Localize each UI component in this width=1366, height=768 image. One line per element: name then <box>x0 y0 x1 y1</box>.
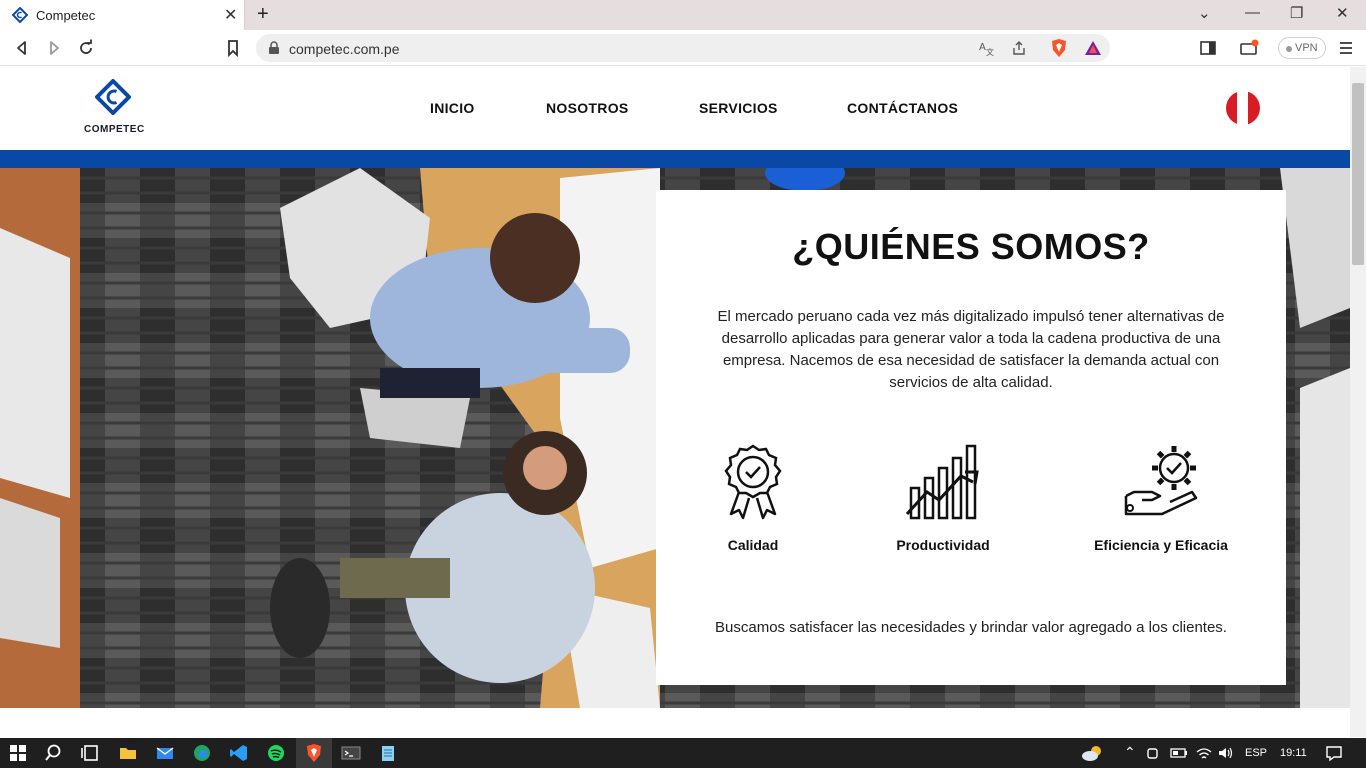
wifi-icon[interactable] <box>1195 743 1213 763</box>
tab-close-icon[interactable]: ✕ <box>224 5 237 25</box>
gear-hand-icon <box>1124 446 1198 516</box>
about-description: El mercado peruano cada vez más digitali… <box>717 308 1225 391</box>
meet-icon[interactable] <box>1145 743 1161 763</box>
nav-inicio[interactable]: INICIO <box>430 100 475 116</box>
about-footer-text: Buscamos satisfacer las necesidades y br… <box>715 619 1227 636</box>
search-icon[interactable] <box>45 743 65 763</box>
tab-title: Competec <box>36 8 96 23</box>
browser-tab-bar: Competec ✕ + ⌄ — ❐ ✕ <box>0 0 1366 30</box>
clock[interactable]: 19:11 <box>1280 747 1307 759</box>
restore-icon[interactable]: ❐ <box>1290 4 1303 22</box>
reload-icon[interactable] <box>76 38 96 58</box>
mail-icon[interactable] <box>155 743 175 763</box>
browser-tab[interactable]: Competec ✕ <box>0 0 245 30</box>
language-indicator[interactable]: ESP <box>1245 747 1267 759</box>
close-window-icon[interactable]: ✕ <box>1336 4 1349 22</box>
task-view-icon[interactable] <box>80 743 100 763</box>
wallet-icon[interactable] <box>1239 38 1259 58</box>
forward-icon[interactable] <box>44 38 64 58</box>
back-icon[interactable] <box>12 38 32 58</box>
hero-section: ¿QUIÉNES SOMOS? El mercado peruano cada … <box>0 168 1350 708</box>
peru-flag-icon[interactable] <box>1226 91 1260 125</box>
feature-label-eficiencia: Eficiencia y Eficacia <box>1094 537 1228 553</box>
nav-contactanos[interactable]: CONTÁCTANOS <box>847 100 958 116</box>
battery-icon[interactable] <box>1170 743 1188 763</box>
award-icon <box>724 444 782 520</box>
accent-band <box>0 150 1350 168</box>
web-page: COMPETEC INICIO NOSOTROS SERVICIOS CONTÁ… <box>0 67 1350 737</box>
address-bar[interactable]: competec.com.pe A 文 <box>256 34 1110 62</box>
competec-favicon-icon <box>12 7 28 23</box>
volume-icon[interactable] <box>1217 743 1235 763</box>
browser-toolbar: competec.com.pe A 文 VPN <box>0 30 1366 66</box>
site-header: COMPETEC INICIO NOSOTROS SERVICIOS CONTÁ… <box>0 67 1350 150</box>
tray-chevron-icon[interactable]: ⌃ <box>1124 744 1136 761</box>
terminal-icon[interactable] <box>341 743 361 763</box>
bookmark-icon[interactable] <box>223 38 243 58</box>
page-scrollbar[interactable] <box>1350 67 1366 737</box>
share-icon[interactable] <box>1011 40 1027 56</box>
url-text: competec.com.pe <box>289 41 400 57</box>
growth-chart-icon <box>905 444 979 520</box>
logo-text: COMPETEC <box>84 124 145 135</box>
brave-shield-icon[interactable] <box>1050 38 1068 58</box>
notifications-icon[interactable] <box>1324 743 1344 763</box>
windows-taskbar: ⌃ ESP 19:11 <box>0 738 1366 768</box>
vpn-label: VPN <box>1295 42 1318 54</box>
scrollbar-thumb[interactable] <box>1352 83 1364 265</box>
competec-logo-icon[interactable] <box>95 79 131 115</box>
svg-text:A: A <box>979 42 986 53</box>
nav-servicios[interactable]: SERVICIOS <box>699 100 778 116</box>
nav-nosotros[interactable]: NOSOTROS <box>546 100 629 116</box>
vpn-status-icon <box>1286 46 1292 52</box>
feature-label-calidad: Calidad <box>727 537 779 553</box>
svg-text:文: 文 <box>986 47 994 56</box>
brave-rewards-icon[interactable] <box>1084 39 1102 57</box>
feature-label-productividad: Productividad <box>896 537 990 553</box>
windows-start-icon[interactable] <box>8 743 28 763</box>
lock-icon <box>269 41 279 54</box>
new-tab-icon[interactable]: + <box>257 3 269 26</box>
brave-browser-icon[interactable] <box>304 743 324 763</box>
tab-search-chevron-icon[interactable]: ⌄ <box>1198 4 1211 22</box>
minimize-icon[interactable]: — <box>1245 4 1260 21</box>
spotify-icon[interactable] <box>266 743 286 763</box>
sidebar-toggle-icon[interactable] <box>1198 38 1218 58</box>
edge-icon[interactable] <box>192 743 212 763</box>
translate-icon[interactable]: A 文 <box>978 40 994 56</box>
vscode-icon[interactable] <box>229 743 249 763</box>
about-title: ¿QUIÉNES SOMOS? <box>792 226 1150 267</box>
vpn-button[interactable]: VPN <box>1278 37 1326 59</box>
file-explorer-icon[interactable] <box>118 743 138 763</box>
about-card: ¿QUIÉNES SOMOS? El mercado peruano cada … <box>656 190 1286 685</box>
notepad-icon[interactable] <box>378 743 398 763</box>
weather-icon[interactable] <box>1080 743 1106 763</box>
menu-icon[interactable] <box>1336 38 1356 58</box>
